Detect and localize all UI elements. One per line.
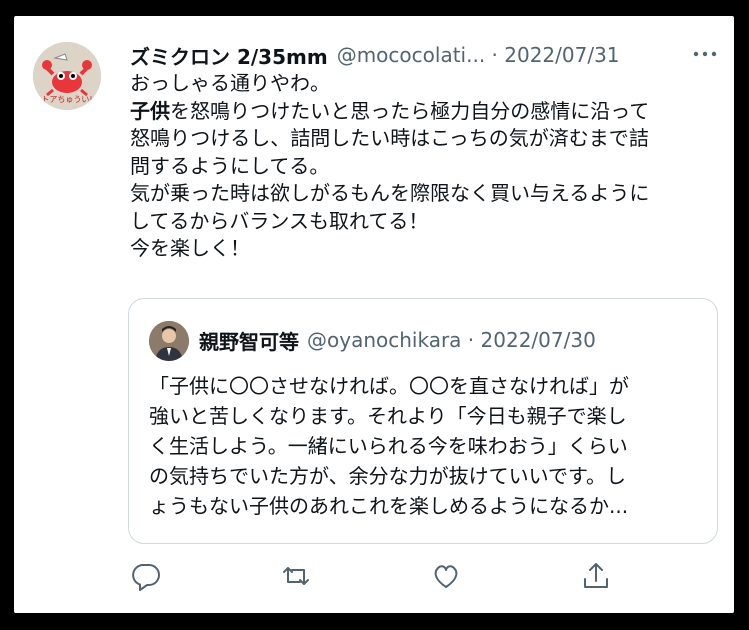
quoted-header: 親野智可等 @oyanochikara · 2022/07/30: [199, 325, 596, 355]
tweet-date[interactable]: 2022/07/31: [504, 43, 619, 67]
tweet-header: ズミクロン 2/35mm @mococolati... · 2022/07/31: [130, 40, 720, 70]
avatar-caption: トアちゅうい!: [41, 95, 93, 104]
quoted-handle[interactable]: @oyanochikara: [307, 328, 461, 352]
more-dots-icon[interactable]: [690, 44, 720, 64]
quoted-line: の気持ちでいた方が、余分な力が抜けていいです。し: [149, 464, 626, 488]
tweet-line: 今を楽しく！: [130, 236, 250, 260]
tweet-line: 問するようにしてる。: [130, 153, 330, 178]
quoted-line: ょうもない子供のあれこれを楽しめるようになるか...: [149, 494, 629, 518]
quoted-line: 強いと苦しくなります。それより「今日も親子で楽し: [149, 404, 627, 428]
bold-word: 子供: [130, 98, 170, 123]
share-icon[interactable]: [580, 560, 612, 592]
quoted-line: 「子供に〇〇させなければ。〇〇を直さなければ」が: [149, 374, 629, 398]
person-icon: [149, 321, 189, 361]
tweet-text: おっしゃる通りやわ。 子供を怒鳴りつけたいと思ったら極力自分の感情に沿って 怒鳴…: [130, 70, 720, 263]
quoted-tweet[interactable]: 親野智可等 @oyanochikara · 2022/07/30 「子供に〇〇さ…: [128, 298, 718, 544]
tweet-line-rest: を怒鳴りつけたいと思ったら極力自分の感情に沿って: [170, 98, 650, 123]
reply-icon[interactable]: [130, 560, 162, 592]
quoted-date-separator: ·: [461, 328, 481, 352]
avatar[interactable]: トアちゅうい!: [33, 42, 101, 110]
tweet-line: 子供を怒鳴りつけたいと思ったら極力自分の感情に沿って: [130, 98, 720, 126]
quoted-avatar[interactable]: [149, 321, 189, 361]
quoted-date[interactable]: 2022/07/30: [481, 328, 596, 352]
quoted-text: 「子供に〇〇させなければ。〇〇を直さなければ」が 強いと苦しくなります。それより…: [149, 371, 701, 521]
handle[interactable]: @mococolati...: [337, 43, 485, 67]
display-name[interactable]: ズミクロン 2/35mm: [130, 41, 328, 70]
tweet-line: おっしゃる通りやわ。: [130, 71, 330, 95]
action-bar: [128, 560, 618, 592]
quoted-line: く生活しよう。一緒にいられる今を味わおう」くらい: [149, 434, 628, 458]
retweet-icon[interactable]: [280, 560, 312, 592]
quoted-display-name[interactable]: 親野智可等: [199, 326, 299, 355]
like-icon[interactable]: [430, 560, 462, 592]
tweet-line: してるからバランスも取れてる！: [130, 208, 429, 233]
tweet-card[interactable]: トアちゅうい! ズミクロン 2/35mm @mococolati... · 20…: [14, 16, 734, 613]
tweet-line: 怒鳴りつけるし、詰問したい時はこっちの気が済むまで詰: [130, 126, 649, 150]
date-separator: ·: [485, 43, 505, 67]
tweet-line: 気が乗った時は欲しがるもんを際限なく買い与えるように: [130, 181, 650, 205]
